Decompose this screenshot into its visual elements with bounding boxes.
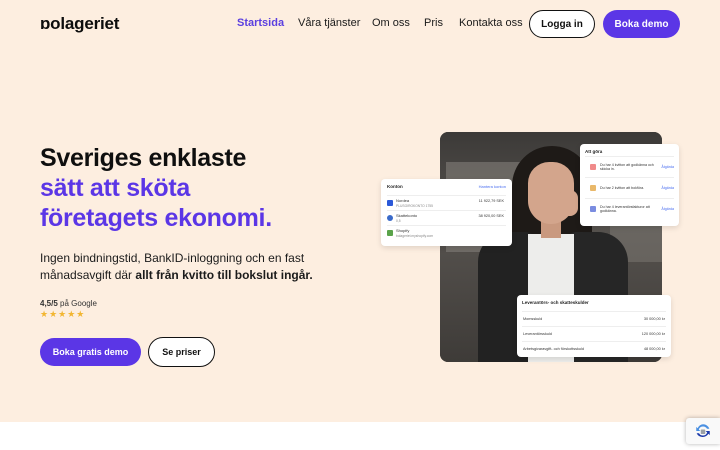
liability-row: Momsskuld 30 000,00 kr [522, 311, 666, 326]
account-row: Shopify bolageriet.myshopify.com [387, 225, 506, 240]
todo-action-link[interactable]: Åtgärda [661, 207, 674, 211]
liability-label: Arbetsgivaravgift- och förskottsskuld [523, 347, 584, 351]
liability-label: Leverantörsskuld [523, 332, 552, 336]
liability-amount: 120 000,00 kr [641, 332, 665, 336]
account-sub: 0,5 [396, 218, 401, 223]
lead-bold-text: allt från kvitto till bokslut ingår. [135, 268, 313, 282]
liabilities-card: Leverantörs- och skatteskulder Momsskuld… [517, 295, 671, 357]
book-free-demo-button[interactable]: Boka gratis demo [40, 338, 141, 366]
invoice-icon [590, 206, 596, 212]
hero-lead: Ingen bindningstid, BankID-inloggning oc… [40, 250, 320, 284]
liability-row: Leverantörsskuld 120 000,00 kr [522, 326, 666, 341]
account-row: Skattekonto 0,5 38 920,00 SEK [387, 210, 506, 225]
todo-title: Att göra [585, 149, 603, 154]
liability-amount: 48 000,00 kr [643, 347, 665, 351]
nordea-icon [387, 200, 393, 206]
google-rating: 4,5/5 på Google [40, 299, 97, 308]
site-header: ɒolageriet Startsida Våra tjänster Om os… [0, 0, 720, 48]
logo-text: ɒolageriet [40, 14, 120, 33]
nav-kontakta-oss[interactable]: Kontakta oss [459, 17, 523, 29]
todo-text: Du har 4 leverantörsfakturor att godkänn… [600, 204, 650, 214]
hero-headline: Sveriges enklaste sätt att sköta företag… [40, 143, 330, 233]
nav-pris[interactable]: Pris [424, 17, 443, 29]
todo-text: Du har 4 kvitton att godkänna och skicka… [600, 162, 654, 172]
page: ɒolageriet Startsida Våra tjänster Om os… [0, 0, 720, 450]
account-sub: bolageriet.myshopify.com [396, 233, 434, 238]
recaptcha-icon [696, 424, 710, 437]
headline-line-2: sätt att sköta [40, 174, 191, 202]
receipt-icon [590, 164, 596, 170]
tax-account-icon [387, 215, 393, 221]
account-amount: 38 920,00 SEK [478, 214, 504, 218]
account-name: Skattekonto [396, 213, 418, 218]
bookkeeping-icon [590, 185, 596, 191]
todo-card: Att göra Du har 4 kvitton att godkänna o… [580, 144, 679, 226]
recaptcha-badge[interactable] [686, 418, 720, 444]
todo-item: Du har 4 leverantörsfakturor att godkänn… [585, 198, 674, 219]
todo-action-link[interactable]: Åtgärda [661, 186, 674, 190]
logo[interactable]: ɒolageriet [40, 14, 119, 34]
next-section [0, 422, 720, 450]
account-name: Nordea [396, 198, 410, 203]
see-prices-button[interactable]: Se priser [148, 337, 215, 367]
nav-startsida[interactable]: Startsida [237, 17, 284, 29]
liability-amount: 30 000,00 kr [643, 317, 665, 321]
login-button[interactable]: Logga in [529, 10, 595, 38]
account-name: Shopify [396, 228, 410, 233]
todo-item: Du har 4 kvitton att godkänna och skicka… [585, 156, 674, 177]
book-demo-button[interactable]: Boka demo [603, 10, 680, 38]
rating-source: på Google [60, 299, 97, 308]
headline-line-1: Sveriges enklaste [40, 144, 247, 172]
liability-row: Arbetsgivaravgift- och förskottsskuld 48… [522, 341, 666, 356]
todo-action-link[interactable]: Åtgärda [661, 165, 674, 169]
nav-vara-tjanster[interactable]: Våra tjänster [298, 17, 360, 29]
todo-text: Du har 2 kvitton att bokföra. [600, 185, 645, 190]
accounts-title: Konton [387, 184, 403, 189]
account-amount: 11 922,79 SEK [478, 199, 504, 203]
accounts-card: Konton Hantera konton Nordea PLUSGIROKONT… [381, 179, 512, 246]
nav-om-oss[interactable]: Om oss [372, 17, 410, 29]
liabilities-title: Leverantörs- och skatteskulder [522, 300, 589, 305]
rating-stars-icon: ★★★★★ [40, 309, 86, 319]
shopify-icon [387, 230, 393, 236]
todo-item: Du har 2 kvitton att bokföra. Åtgärda [585, 177, 674, 198]
headline-line-3: företagets ekonomi. [40, 204, 272, 232]
manage-accounts-link[interactable]: Hantera konton [479, 184, 506, 189]
rating-score: 4,5/5 [40, 299, 58, 308]
account-row: Nordea PLUSGIROKONTO 1755 11 922,79 SEK [387, 195, 506, 210]
account-sub: PLUSGIROKONTO 1755 [396, 203, 433, 208]
liability-label: Momsskuld [523, 317, 543, 321]
